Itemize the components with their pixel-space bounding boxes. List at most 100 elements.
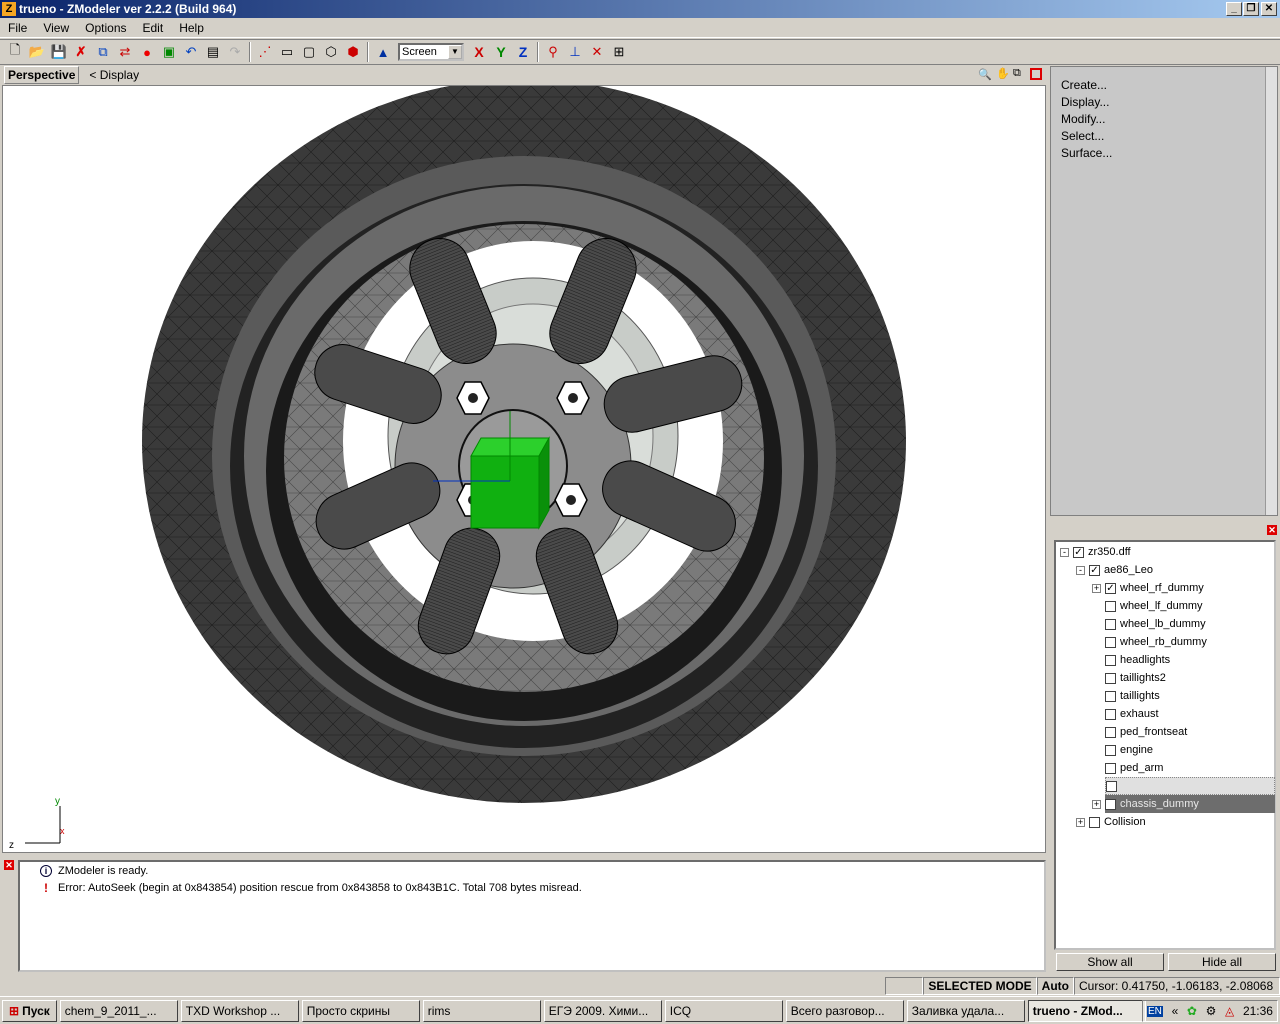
checkbox[interactable] xyxy=(1105,762,1116,774)
language-indicator[interactable]: EN xyxy=(1147,1005,1163,1017)
minimize-button[interactable]: _ xyxy=(1226,2,1242,16)
viewport-close-icon[interactable] xyxy=(1030,68,1042,80)
checkbox[interactable] xyxy=(1105,744,1116,756)
box-mode-icon[interactable]: ▭ xyxy=(276,41,298,63)
mesh-mode-icon[interactable]: ⬢ xyxy=(342,41,364,63)
record-icon[interactable]: ● xyxy=(136,41,158,63)
menu-edit[interactable]: Edit xyxy=(135,21,172,35)
save-file-icon[interactable]: 💾 xyxy=(48,41,70,63)
app-icon[interactable]: Z xyxy=(2,2,16,16)
task-item[interactable]: ICQ xyxy=(664,999,783,1022)
icq-tray-icon[interactable]: ✿ xyxy=(1187,1004,1197,1018)
render-icon[interactable]: ▣ xyxy=(158,41,180,63)
display-link[interactable]: < Display xyxy=(89,68,139,82)
task-item[interactable]: TXD Workshop ... xyxy=(180,999,299,1022)
vertex-mode-icon[interactable]: ⋰ xyxy=(254,41,276,63)
command-surface[interactable]: Surface... xyxy=(1051,145,1277,162)
tree-node-wheel-lb[interactable]: wheel_lb_dummy xyxy=(1105,615,1206,633)
delete-icon[interactable]: ✗ xyxy=(70,41,92,63)
zoom-icon[interactable]: 🔍 xyxy=(978,68,992,81)
pointer-icon[interactable]: ▲ xyxy=(372,41,394,63)
tree-node-ae86[interactable]: - ✓ ae86_Leo xyxy=(1076,561,1153,579)
tree-expander[interactable]: + xyxy=(1092,583,1101,593)
tree-node-chassis-dummy[interactable]: chassis_dummy xyxy=(1105,795,1275,813)
open-file-icon[interactable]: 📂 xyxy=(26,41,48,63)
command-panel-scrollbar[interactable] xyxy=(1265,67,1277,515)
network-tray-icon[interactable]: ⚙ xyxy=(1206,1004,1217,1018)
checkbox[interactable] xyxy=(1105,636,1116,648)
maximize-viewport-icon[interactable]: ⧉ xyxy=(1013,67,1021,80)
checkbox[interactable] xyxy=(1105,654,1116,666)
axis-gizmo-icon[interactable]: ⊥ xyxy=(564,41,586,63)
tray-expand-icon[interactable]: « xyxy=(1172,1004,1179,1018)
close-button[interactable]: ✕ xyxy=(1261,2,1277,16)
menu-options[interactable]: Options xyxy=(77,21,134,35)
properties-icon[interactable]: ▤ xyxy=(202,41,224,63)
tree-node-ped-frontseat[interactable]: ped_frontseat xyxy=(1105,723,1187,741)
checkbox[interactable] xyxy=(1105,708,1116,720)
hide-all-button[interactable]: Hide all xyxy=(1168,953,1276,971)
checkbox-checked[interactable]: ✓ xyxy=(1105,582,1116,594)
axis-x-button[interactable]: X xyxy=(468,41,490,63)
new-file-icon[interactable]: 🗋 xyxy=(4,41,26,63)
3d-viewport[interactable]: y z x xyxy=(2,85,1046,853)
coord-system-select[interactable]: Screen ▼ xyxy=(398,43,464,61)
tree-node-headlights[interactable]: headlights xyxy=(1105,651,1170,669)
start-button[interactable]: ⊞ Пуск xyxy=(2,999,57,1022)
undo-icon[interactable]: ↶ xyxy=(180,41,202,63)
checkbox[interactable] xyxy=(1105,672,1116,684)
task-item[interactable]: rims xyxy=(422,999,541,1022)
checkbox[interactable] xyxy=(1105,726,1116,738)
command-select[interactable]: Select... xyxy=(1051,128,1277,145)
tree-node-taillights2[interactable]: taillights2 xyxy=(1105,669,1166,687)
checkbox[interactable] xyxy=(1105,798,1116,810)
cube-mode-icon[interactable]: ▢ xyxy=(298,41,320,63)
viewport-label[interactable]: Perspective xyxy=(4,66,80,84)
tree-node-unnamed[interactable] xyxy=(1105,777,1275,795)
tree-node-taillights[interactable]: taillights xyxy=(1105,687,1160,705)
task-item[interactable]: chem_9_2011_... xyxy=(59,999,178,1022)
axis-z-button[interactable]: Z xyxy=(512,41,534,63)
chevron-down-icon[interactable]: ▼ xyxy=(448,45,462,59)
checkbox-checked[interactable]: ✓ xyxy=(1073,546,1084,558)
checkbox[interactable] xyxy=(1105,690,1116,702)
status-snap[interactable]: Auto xyxy=(1036,977,1074,995)
tree-node-wheel-lf[interactable]: wheel_lf_dummy xyxy=(1105,597,1203,615)
tree-expander[interactable]: - xyxy=(1076,565,1085,575)
import-icon[interactable]: ⧉ xyxy=(92,41,114,63)
task-item-active[interactable]: trueno - ZMod... xyxy=(1027,999,1146,1022)
tree-node-ped-arm[interactable]: ped_arm xyxy=(1105,759,1163,777)
tree-node-collision[interactable]: + Collision xyxy=(1076,813,1146,831)
show-all-button[interactable]: Show all xyxy=(1056,953,1164,971)
checkbox[interactable] xyxy=(1106,780,1117,792)
tree-node-wheel-rb[interactable]: wheel_rb_dummy xyxy=(1105,633,1207,651)
log-close-icon[interactable]: ✕ xyxy=(4,860,14,870)
command-display[interactable]: Display... xyxy=(1051,94,1277,111)
command-create[interactable]: Create... xyxy=(1051,77,1277,94)
antivirus-tray-icon[interactable]: ◬ xyxy=(1225,1004,1234,1018)
task-item[interactable]: Просто скрины xyxy=(301,999,420,1022)
grid-icon[interactable]: ⊞ xyxy=(608,41,630,63)
tree-expander[interactable]: - xyxy=(1060,547,1069,557)
tree-node-wheel-rf[interactable]: + ✓ wheel_rf_dummy xyxy=(1092,579,1204,597)
tree-node-chassis-expander[interactable]: + xyxy=(1092,795,1105,813)
checkbox[interactable] xyxy=(1089,816,1100,828)
checkbox[interactable] xyxy=(1105,600,1116,612)
tree-node-zr350[interactable]: - ✓ zr350.dff xyxy=(1060,543,1131,561)
menu-file[interactable]: File xyxy=(0,21,35,35)
task-item[interactable]: Всего разговор... xyxy=(785,999,904,1022)
maximize-button[interactable]: ❐ xyxy=(1243,2,1259,16)
tree-close-icon[interactable]: ✕ xyxy=(1267,525,1277,535)
scale-gizmo-icon[interactable]: ✕ xyxy=(586,41,608,63)
redo-icon[interactable]: ↷ xyxy=(224,41,246,63)
tree-node-exhaust[interactable]: exhaust xyxy=(1105,705,1159,723)
command-modify[interactable]: Modify... xyxy=(1051,111,1277,128)
checkbox-checked[interactable]: ✓ xyxy=(1089,564,1100,576)
checkbox[interactable] xyxy=(1105,618,1116,630)
magnet-icon[interactable]: ⚲ xyxy=(542,41,564,63)
object-mode-icon[interactable]: ⬡ xyxy=(320,41,342,63)
tree-expander[interactable]: + xyxy=(1076,817,1085,827)
menu-view[interactable]: View xyxy=(35,21,77,35)
task-item[interactable]: ЕГЭ 2009. Хими... xyxy=(543,999,662,1022)
axis-y-button[interactable]: Y xyxy=(490,41,512,63)
